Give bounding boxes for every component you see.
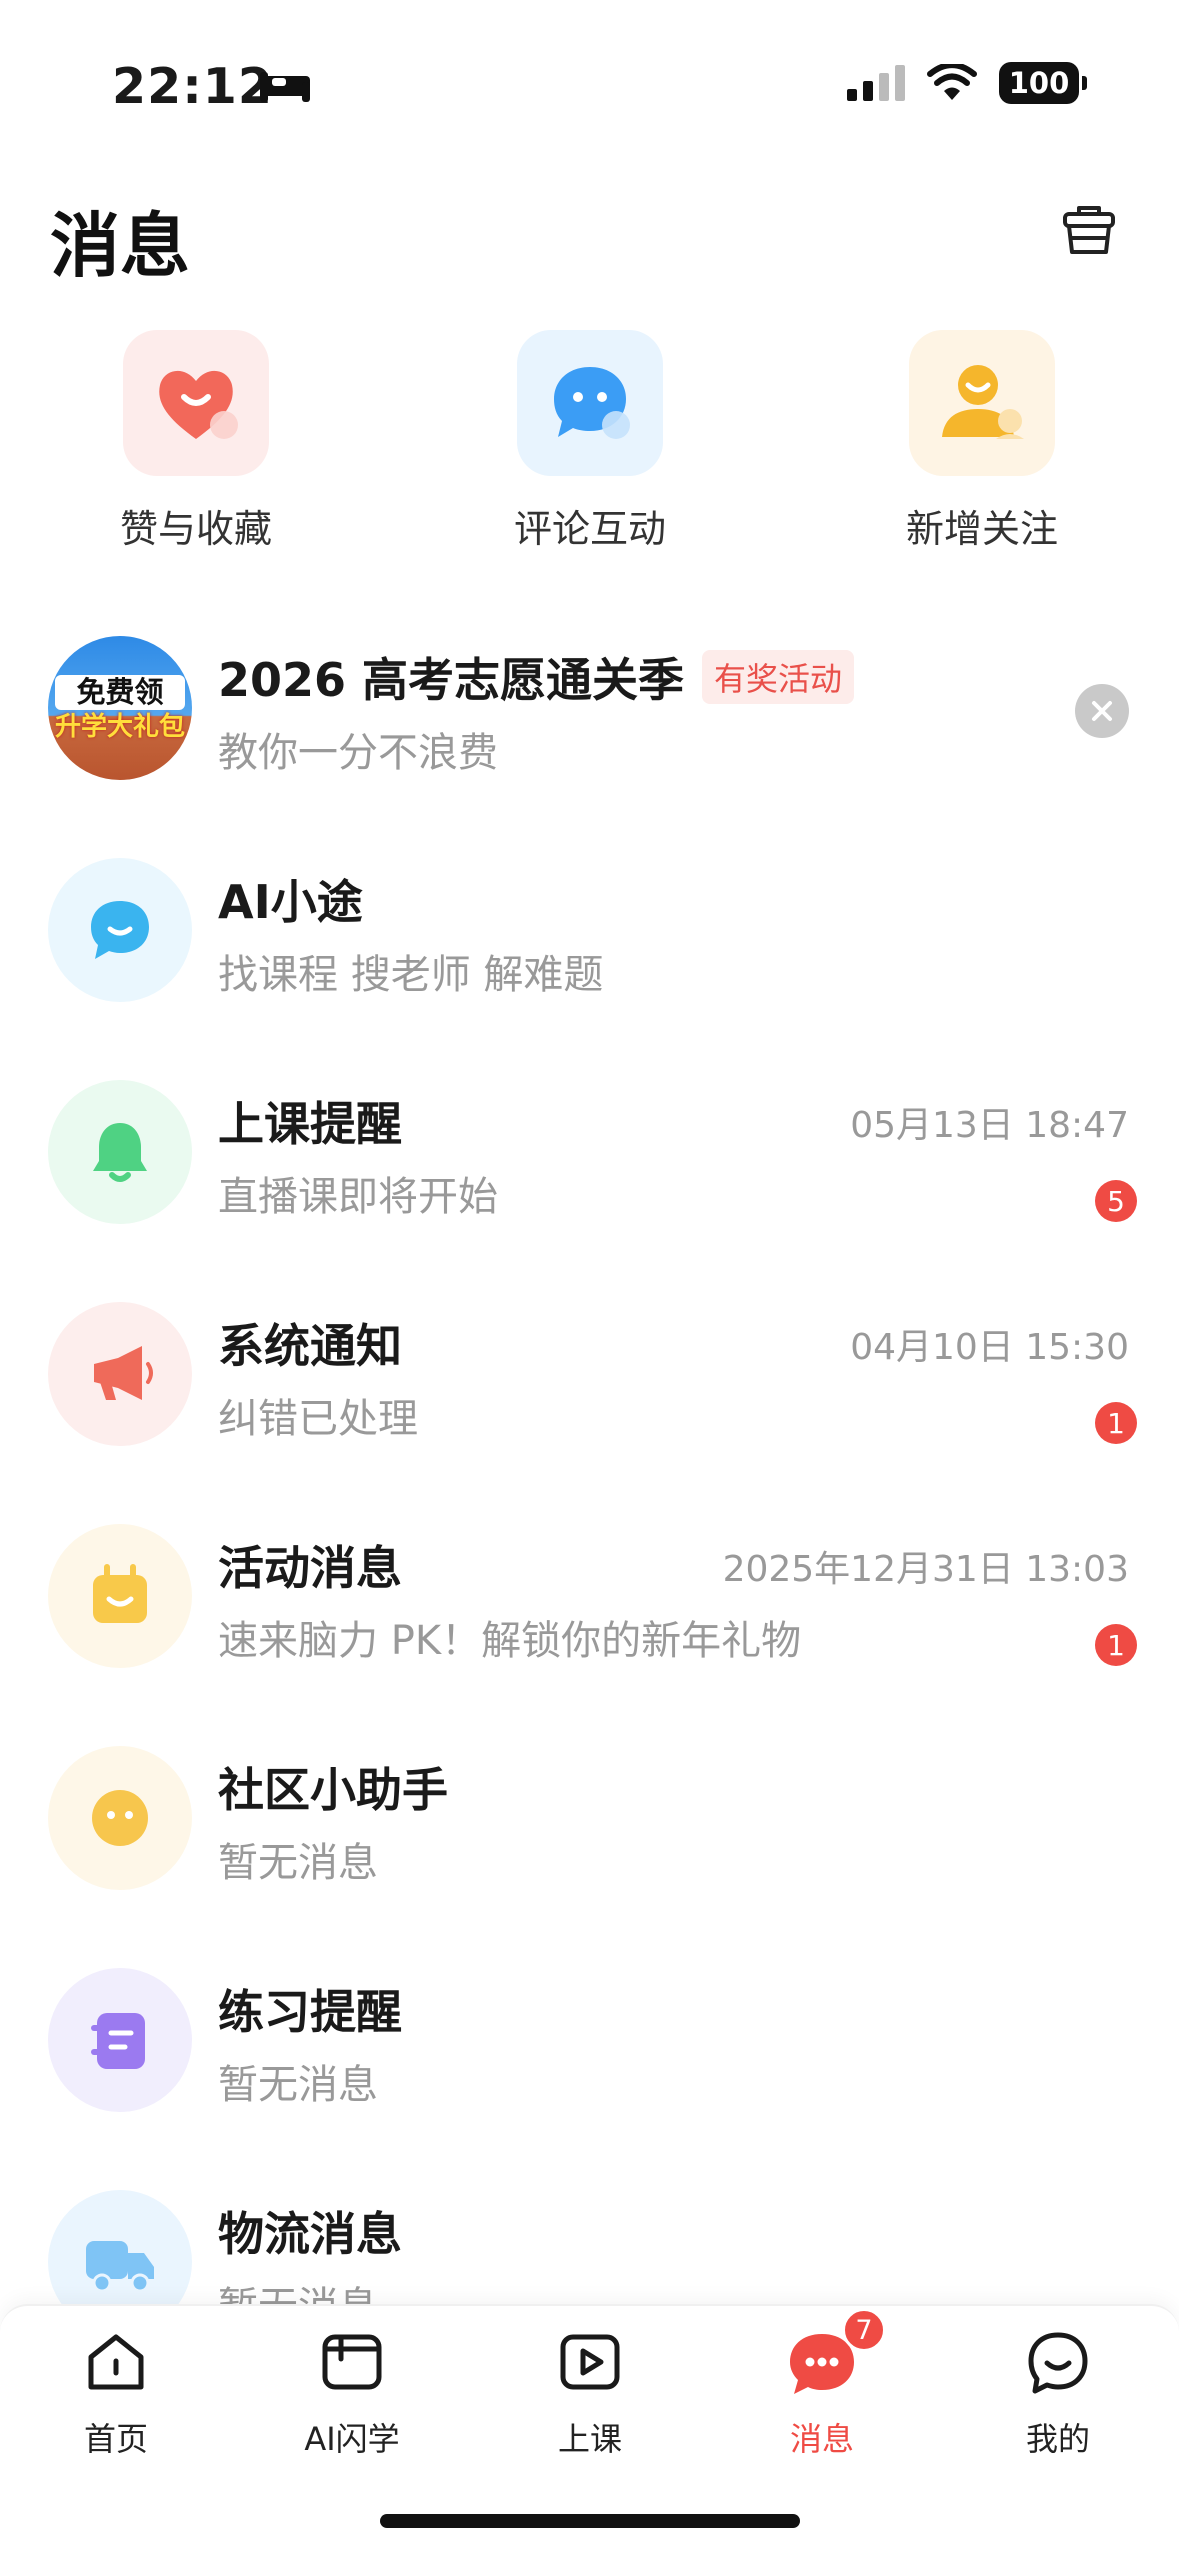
unread-badge: 1: [1095, 1402, 1137, 1444]
play-icon: [552, 2324, 628, 2400]
book-icon: [314, 2324, 390, 2400]
message-icon: 7: [784, 2308, 886, 2400]
quick-entry-label: 赞与收藏: [119, 507, 272, 551]
notebook-icon: [48, 1968, 192, 2112]
wifi-icon: [927, 64, 977, 100]
quick-entry-label: 新增关注: [905, 507, 1058, 551]
page-title: 消息: [50, 205, 190, 287]
message-time: 05月13日 18:47: [850, 1105, 1129, 1146]
message-row-system-notice[interactable]: 系统通知 纠错已处理 04月10日 15:30 1: [0, 1286, 1179, 1508]
person-add-icon: [909, 330, 1055, 476]
promo-avatar-text: 升学大礼包: [54, 711, 185, 742]
promo-title: 2026 高考志愿通关季: [218, 653, 685, 707]
quick-entry-comments[interactable]: 评论互动: [470, 330, 710, 553]
home-indicator[interactable]: [380, 2514, 800, 2528]
message-title: 系统通知: [218, 1319, 402, 1373]
cellular-signal-icon: [847, 65, 905, 101]
bell-icon: [48, 1080, 192, 1224]
tab-home[interactable]: 首页: [26, 2324, 206, 2460]
home-icon: [78, 2324, 154, 2400]
message-title: 上课提醒: [218, 1097, 402, 1151]
message-preview: 找课程 搜老师 解难题: [218, 952, 604, 998]
tab-ai-flash-learn[interactable]: AI闪学: [262, 2324, 442, 2460]
tab-label: 我的: [1025, 2420, 1090, 2458]
unread-badge: 5: [1095, 1180, 1137, 1222]
quick-entry-likes[interactable]: 赞与收藏: [76, 330, 316, 553]
smiley-icon: [48, 1746, 192, 1890]
quick-entry-row: 赞与收藏 评论互动 新增关注: [0, 330, 1179, 560]
message-title: 社区小助手: [218, 1763, 448, 1817]
battery-level: 100: [1008, 66, 1070, 100]
message-row-activity[interactable]: 活动消息 速来脑力 PK！解锁你的新年礼物 2025年12月31日 13:03 …: [0, 1508, 1179, 1730]
promo-avatar-text: 免费领: [54, 675, 185, 710]
message-time: 04月10日 15:30: [850, 1327, 1129, 1368]
promo-title-line: 2026 高考志愿通关季 有奖活动: [218, 644, 855, 710]
quick-entry-followers[interactable]: 新增关注: [862, 330, 1102, 553]
message-preview: 暂无消息: [218, 2062, 378, 2108]
close-button[interactable]: [1075, 684, 1129, 738]
message-preview: 速来脑力 PK！解锁你的新年礼物: [218, 1618, 802, 1664]
promo-avatar: 免费领 升学大礼包: [48, 636, 192, 780]
status-time: 22:12: [112, 58, 273, 115]
message-title: AI小途: [218, 875, 363, 929]
chat-bubble-icon: [517, 330, 663, 476]
ai-chat-icon: [48, 858, 192, 1002]
message-preview: 纠错已处理: [218, 1396, 418, 1442]
quick-entry-label: 评论互动: [513, 507, 666, 551]
battery-icon: 100: [999, 62, 1087, 104]
heart-icon: [123, 330, 269, 476]
tab-label: 消息: [789, 2420, 854, 2458]
tab-label: 首页: [83, 2420, 148, 2458]
tab-label: AI闪学: [304, 2420, 400, 2458]
promo-subtitle: 教你一分不浪费: [218, 730, 498, 776]
promo-row[interactable]: 免费领 升学大礼包 2026 高考志愿通关季 有奖活动 教你一分不浪费: [0, 620, 1179, 842]
message-row-practice-reminder[interactable]: 练习提醒 暂无消息: [0, 1952, 1179, 2174]
tab-class[interactable]: 上课: [500, 2324, 680, 2460]
clear-basket-icon[interactable]: [1057, 198, 1121, 262]
tab-messages[interactable]: 7 消息: [732, 2308, 912, 2460]
megaphone-icon: [48, 1302, 192, 1446]
message-preview: 暂无消息: [218, 1840, 378, 1886]
message-row-class-reminder[interactable]: 上课提醒 直播课即将开始 05月13日 18:47 5: [0, 1064, 1179, 1286]
message-title: 活动消息: [218, 1541, 402, 1595]
unread-badge: 1: [1095, 1624, 1137, 1666]
sleep-focus-icon: [260, 72, 310, 102]
profile-icon: [1020, 2324, 1096, 2400]
message-title: 练习提醒: [218, 1985, 402, 2039]
message-row-community-helper[interactable]: 社区小助手 暂无消息: [0, 1730, 1179, 1952]
tab-label: 上课: [557, 2420, 622, 2458]
tab-profile[interactable]: 我的: [968, 2324, 1148, 2460]
messages-screen: 22:12 100 消息 赞与收藏 评论互动 新增关注 免费领 升学大礼包 20…: [0, 0, 1179, 2556]
message-title: 物流消息: [218, 2207, 402, 2261]
tab-unread-badge: 7: [842, 2308, 886, 2352]
message-time: 2025年12月31日 13:03: [722, 1549, 1129, 1590]
promo-tag: 有奖活动: [702, 650, 855, 704]
status-bar: 22:12 100: [0, 0, 1179, 170]
close-icon: [1092, 701, 1112, 721]
message-row-ai-assistant[interactable]: AI小途 找课程 搜老师 解难题: [0, 842, 1179, 1064]
message-preview: 直播课即将开始: [218, 1174, 498, 1220]
gift-box-icon: [48, 1524, 192, 1668]
